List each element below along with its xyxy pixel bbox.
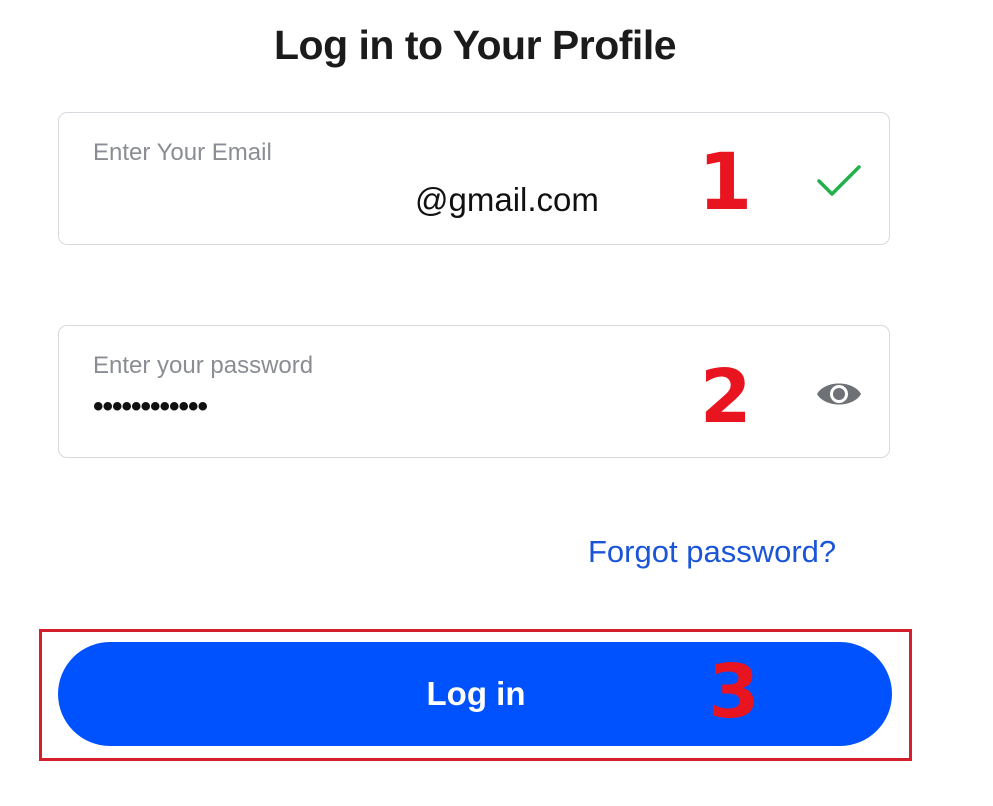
email-field-value[interactable]: @gmail.com bbox=[415, 181, 599, 219]
login-button-label: Log in bbox=[426, 675, 526, 712]
forgot-password-link[interactable]: Forgot password? bbox=[588, 534, 836, 570]
password-field[interactable]: Enter your password •••••••••••• bbox=[58, 325, 890, 458]
email-field-label: Enter Your Email bbox=[93, 139, 272, 166]
login-page: Log in to Your Profile Enter Your Email … bbox=[0, 0, 993, 806]
checkmark-icon bbox=[815, 161, 863, 201]
page-title: Log in to Your Profile bbox=[273, 22, 677, 68]
step-number-1: 1 bbox=[698, 138, 753, 228]
password-field-label: Enter your password bbox=[93, 352, 314, 379]
eye-icon[interactable] bbox=[815, 374, 863, 414]
login-button[interactable]: Log in bbox=[58, 642, 892, 746]
email-field[interactable]: Enter Your Email @gmail.com bbox=[58, 112, 890, 245]
step-number-3: 3 bbox=[708, 649, 760, 735]
password-field-value[interactable]: •••••••••••• bbox=[93, 390, 208, 424]
step-number-2: 2 bbox=[700, 354, 752, 440]
